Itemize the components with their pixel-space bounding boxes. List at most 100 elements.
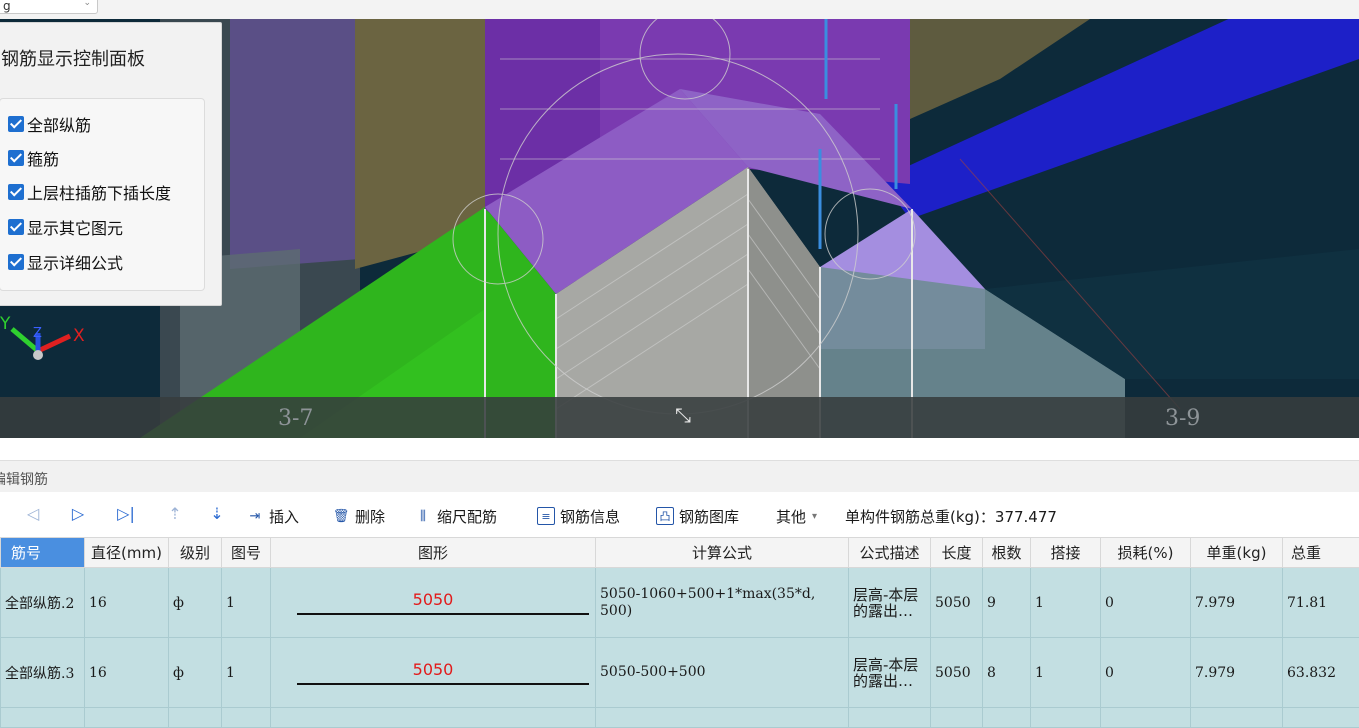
insert-icon: ⇥: [246, 507, 264, 525]
cell-lap[interactable]: 1: [1031, 568, 1101, 638]
cell-diameter[interactable]: 16: [85, 638, 169, 708]
cell-total-weight[interactable]: 71.81: [1283, 568, 1359, 638]
next-record-icon[interactable]: ▷: [67, 504, 89, 526]
option-label: 上层柱插筋下插长度: [27, 180, 171, 204]
option-stirrup[interactable]: 箍筋: [8, 147, 59, 169]
option-detail-formula[interactable]: 显示详细公式: [8, 251, 123, 273]
rebar-display-panel: 钢筋显示控制面板 全部纵筋 箍筋 上层柱插筋下插长度 显示其它图元 显示详细公式: [0, 22, 222, 306]
scale-rebar-button[interactable]: ⫼ 缩尺配筋: [414, 505, 497, 527]
delete-label: 删除: [355, 506, 385, 527]
option-label: 全部纵筋: [27, 112, 91, 136]
cell-grade[interactable]: ф: [169, 638, 222, 708]
table-row[interactable]: 全部纵筋.3 16 ф 1 5050 5050-500+500 层高-本层的露出…: [1, 638, 1359, 708]
floor-combo-value: g: [3, 0, 11, 13]
cell-figure-no[interactable]: 1: [222, 568, 271, 638]
shape-length: 5050: [271, 590, 595, 609]
ruler-icon: ⫼: [414, 507, 432, 525]
axis-gizmo: Y Z X: [0, 311, 95, 371]
cell-loss[interactable]: 0: [1101, 568, 1191, 638]
cell-description[interactable]: 层高-本层的露出…: [849, 568, 931, 638]
chevron-down-icon: ⌄: [83, 0, 91, 8]
col-header[interactable]: 损耗(%): [1101, 538, 1191, 568]
rebar-library-button[interactable]: 凸钢筋图库: [656, 505, 739, 527]
rebar-info-button[interactable]: ≡ 钢筋信息: [537, 505, 620, 527]
move-down-icon[interactable]: ⇣: [206, 504, 228, 526]
cell-grade[interactable]: ф: [169, 568, 222, 638]
other-menu-button[interactable]: 其他 ▾: [776, 505, 817, 527]
cell-length[interactable]: 5050: [931, 568, 983, 638]
library-icon: 凸: [656, 507, 674, 525]
col-header[interactable]: 图号: [222, 538, 271, 568]
trash-icon: 🗑: [332, 507, 350, 525]
table-header-row: 筋号 直径(mm) 级别 图号 图形 计算公式 公式描述 长度 根数 搭接 损耗…: [1, 538, 1359, 568]
option-all-longitudinal[interactable]: 全部纵筋: [8, 113, 91, 135]
3d-viewport[interactable]: 钢筋显示控制面板 全部纵筋 箍筋 上层柱插筋下插长度 显示其它图元 显示详细公式…: [0, 19, 1359, 438]
viewport-status-bar: 3-7 ⤡ 3-9: [0, 397, 1359, 438]
col-header[interactable]: 长度: [931, 538, 983, 568]
axis-x-label: X: [73, 326, 85, 346]
cell-name[interactable]: 全部纵筋.2: [1, 568, 85, 638]
other-label: 其他: [776, 506, 806, 527]
grid-label-right: 3-9: [1165, 406, 1200, 431]
table-row[interactable]: 全部纵筋.2 16 ф 1 5050 5050-1060+500+1*max(3…: [1, 568, 1359, 638]
axis-y-label: Y: [0, 314, 11, 334]
col-header[interactable]: 总重: [1283, 538, 1359, 568]
cell-unit-weight[interactable]: 7.979: [1191, 568, 1283, 638]
col-header[interactable]: 单重(kg): [1191, 538, 1283, 568]
first-record-icon[interactable]: ◁: [22, 504, 44, 526]
checkbox-icon[interactable]: [8, 254, 24, 270]
rebar-table: 筋号 直径(mm) 级别 图号 图形 计算公式 公式描述 长度 根数 搭接 损耗…: [0, 537, 1359, 728]
col-header[interactable]: 直径(mm): [85, 538, 169, 568]
checkbox-icon[interactable]: [8, 150, 24, 166]
cell-length[interactable]: 5050: [931, 638, 983, 708]
option-label: 箍筋: [27, 146, 59, 170]
cell-description[interactable]: 层高-本层的露出…: [849, 638, 931, 708]
shape-line: [297, 613, 589, 615]
last-record-icon[interactable]: ▷|: [115, 504, 137, 526]
checkbox-icon[interactable]: [8, 116, 24, 132]
library-label: 钢筋图库: [679, 506, 739, 527]
insert-button[interactable]: ⇥ 插入: [246, 505, 299, 527]
cell-name[interactable]: 全部纵筋.3: [1, 638, 85, 708]
panel-title: 钢筋显示控制面板: [1, 45, 145, 71]
col-header[interactable]: 级别: [169, 538, 222, 568]
cell-formula[interactable]: 5050-500+500: [596, 638, 849, 708]
cell-count[interactable]: 9: [983, 568, 1031, 638]
info-list-icon: ≡: [537, 507, 555, 525]
col-header[interactable]: 搭接: [1031, 538, 1101, 568]
cell-total-weight[interactable]: 63.832: [1283, 638, 1359, 708]
move-up-icon[interactable]: ⇡: [164, 504, 186, 526]
panel-options-box: 全部纵筋 箍筋 上层柱插筋下插长度 显示其它图元 显示详细公式: [0, 98, 205, 291]
shape-line: [297, 683, 589, 685]
cell-lap[interactable]: 1: [1031, 638, 1101, 708]
checkbox-icon[interactable]: [8, 184, 24, 200]
cell-figure-no[interactable]: 1: [222, 638, 271, 708]
cell-formula[interactable]: 5050-1060+500+1*max(35*d, 500): [596, 568, 849, 638]
shape-length: 5050: [271, 660, 595, 679]
option-label: 显示详细公式: [27, 250, 123, 274]
chevron-down-icon: ▾: [812, 511, 817, 522]
option-other-elements[interactable]: 显示其它图元: [8, 216, 123, 238]
col-header[interactable]: 筋号: [1, 538, 85, 568]
grid-label-left: 3-7: [278, 406, 313, 431]
insert-label: 插入: [269, 506, 299, 527]
section-title: 编辑钢筋: [0, 469, 48, 489]
col-header[interactable]: 图形: [271, 538, 596, 568]
info-label: 钢筋信息: [560, 506, 620, 527]
checkbox-icon[interactable]: [8, 219, 24, 235]
cell-loss[interactable]: 0: [1101, 638, 1191, 708]
col-header[interactable]: 公式描述: [849, 538, 931, 568]
section-header: 编辑钢筋: [0, 460, 1359, 492]
cell-diameter[interactable]: 16: [85, 568, 169, 638]
col-header[interactable]: 计算公式: [596, 538, 849, 568]
floor-combo[interactable]: g ⌄: [0, 0, 98, 14]
col-header[interactable]: 根数: [983, 538, 1031, 568]
scale-label: 缩尺配筋: [437, 506, 497, 527]
cell-shape[interactable]: 5050: [271, 638, 596, 708]
shrink-icon[interactable]: ⤡: [670, 403, 696, 429]
cell-unit-weight[interactable]: 7.979: [1191, 638, 1283, 708]
cell-count[interactable]: 8: [983, 638, 1031, 708]
option-upper-dowel[interactable]: 上层柱插筋下插长度: [8, 181, 171, 203]
delete-button[interactable]: 🗑 删除: [332, 505, 385, 527]
cell-shape[interactable]: 5050: [271, 568, 596, 638]
